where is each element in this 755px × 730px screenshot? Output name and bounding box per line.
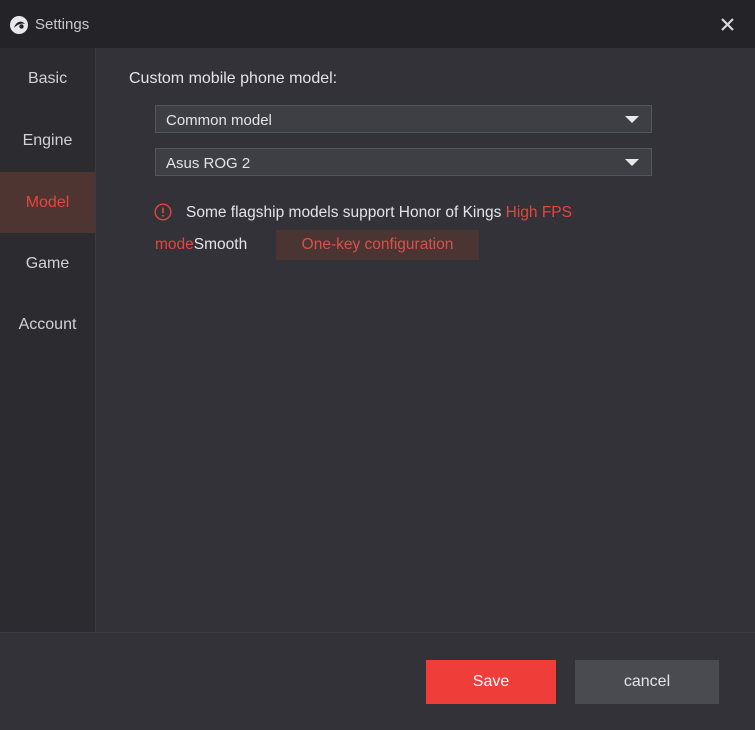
notice-highlight-mode: mode bbox=[155, 236, 194, 253]
sidebar-item-basic[interactable]: Basic bbox=[0, 48, 95, 109]
window-title: Settings bbox=[35, 16, 90, 33]
sidebar-item-model[interactable]: Model bbox=[0, 172, 95, 233]
settings-window: Settings Basic Engine Model Game Account… bbox=[0, 0, 755, 730]
close-icon[interactable] bbox=[714, 14, 740, 36]
device-model-select[interactable]: Asus ROG 2 bbox=[155, 148, 652, 176]
title-bar: Settings bbox=[0, 0, 755, 48]
cancel-button[interactable]: cancel bbox=[575, 660, 719, 704]
notice-highlight: High FPS bbox=[505, 204, 572, 221]
sidebar-item-label: Game bbox=[25, 254, 70, 272]
caret-down-icon bbox=[625, 159, 639, 166]
sidebar-divider bbox=[95, 48, 96, 632]
notice-smooth-label: Smooth bbox=[193, 236, 248, 253]
sidebar-item-label: Engine bbox=[22, 131, 73, 149]
footer-divider bbox=[0, 632, 755, 633]
sidebar-item-game[interactable]: Game bbox=[0, 233, 95, 294]
notice-text-line2: modeSmooth bbox=[155, 236, 247, 254]
model-category-value: Common model bbox=[166, 112, 272, 129]
sidebar-item-label: Model bbox=[25, 193, 70, 211]
sidebar-item-engine[interactable]: Engine bbox=[0, 110, 95, 171]
sidebar-item-account[interactable]: Account bbox=[0, 294, 95, 355]
one-key-configuration-button[interactable]: One-key configuration bbox=[276, 230, 479, 260]
model-category-select[interactable]: Common model bbox=[155, 105, 652, 133]
save-button[interactable]: Save bbox=[426, 660, 556, 704]
app-logo-icon bbox=[10, 16, 28, 34]
notice-text: Some flagship models support Honor of Ki… bbox=[186, 204, 502, 221]
sidebar-item-label: Basic bbox=[27, 69, 68, 87]
alert-circle-icon bbox=[154, 203, 172, 221]
notice-text-line1: Some flagship models support Honor of Ki… bbox=[186, 204, 572, 222]
caret-down-icon bbox=[625, 116, 639, 123]
model-section-heading: Custom mobile phone model: bbox=[129, 70, 338, 87]
settings-sidebar: Basic Engine Model Game Account bbox=[0, 48, 95, 632]
sidebar-item-label: Account bbox=[18, 315, 77, 333]
device-model-value: Asus ROG 2 bbox=[166, 155, 251, 172]
